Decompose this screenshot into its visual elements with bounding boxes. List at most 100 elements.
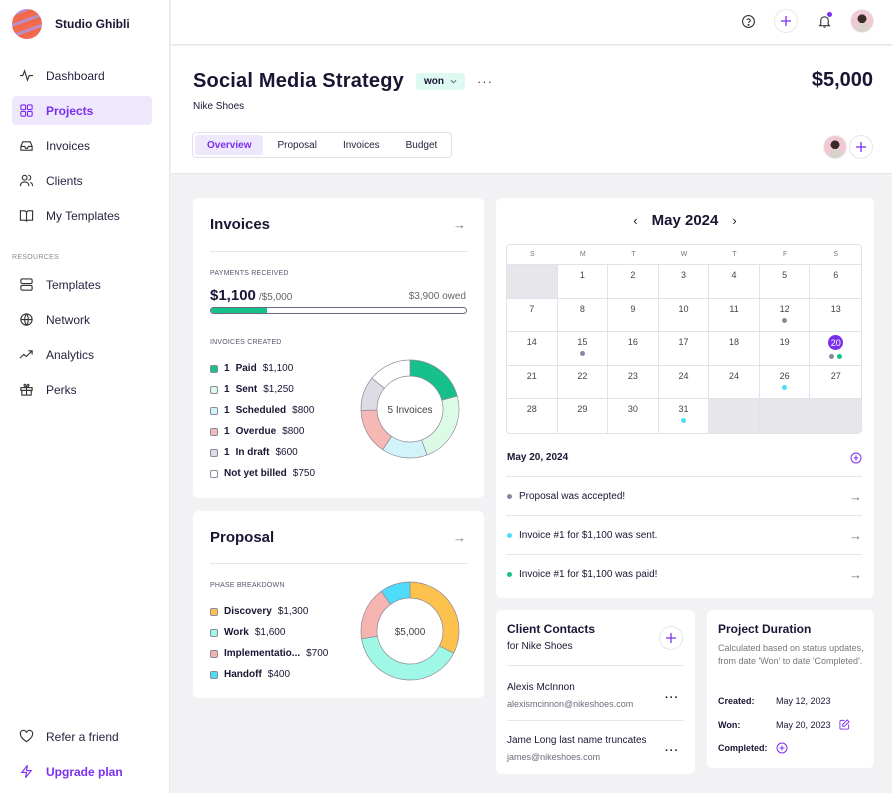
add-team-member-button[interactable] [849,135,873,159]
calendar-day[interactable]: 26 [759,365,811,399]
chevron-down-icon [450,79,457,84]
sidebar-item-label: Projects [46,103,94,118]
contact-more-button[interactable]: ··· [665,745,679,757]
event-item[interactable]: Proposal was accepted! → [506,476,862,515]
calendar-day[interactable]: 4 [709,265,760,299]
calendar-day[interactable]: 3 [658,265,710,299]
calendar-day[interactable]: 7 [507,298,558,332]
calendar-day[interactable]: 30 [608,399,659,433]
more-options-button[interactable]: ··· [477,74,493,89]
calendar-day[interactable]: 20 [810,332,861,366]
divider [507,665,684,666]
calendar-day[interactable]: 6 [810,265,861,299]
calendar-day[interactable]: 15 [557,332,609,366]
tab-proposal[interactable]: Proposal [265,135,328,155]
upgrade-plan-link[interactable]: Upgrade plan [12,757,152,786]
sidebar-item-network[interactable]: Network [12,305,152,334]
selected-date: May 20, 2024 [507,452,569,463]
calendar-day[interactable]: 14 [507,332,558,366]
status-dropdown[interactable]: won [415,73,465,90]
calendar-day[interactable]: 31 [659,399,710,433]
calendar-day[interactable]: 11 [709,298,760,332]
calendar-day[interactable]: 28 [507,399,558,433]
next-month-button[interactable]: › [732,213,736,228]
calendar-day[interactable]: 23 [608,365,659,399]
day-number: 13 [830,303,841,314]
arrow-right-icon[interactable]: → [849,489,862,504]
legend-amount: $800 [292,405,315,416]
calendar-day[interactable]: 24 [709,365,760,399]
calendar-day[interactable]: 18 [709,332,760,366]
arrow-right-icon[interactable]: → [849,567,862,582]
calendar-day[interactable]: 1 [557,265,609,299]
weekday-label: T [709,245,760,265]
proposal-arrow-icon[interactable]: → [453,530,466,545]
event-item[interactable]: Invoice #1 for $1,100 was sent. → [506,515,862,554]
calendar-day[interactable]: 21 [507,365,558,399]
calendar-day[interactable]: 24 [658,365,710,399]
calendar-day[interactable]: 12 [759,298,811,332]
legend-swatch [210,364,218,373]
calendar-day[interactable]: 27 [810,366,861,399]
calendar-day[interactable]: 22 [557,365,609,399]
sidebar-item-dashboard[interactable]: Dashboard [12,61,152,90]
event-markers [579,351,585,356]
add-completed-date-icon[interactable] [776,742,788,754]
calendar-day[interactable]: 19 [759,332,811,366]
sidebar-item-clients[interactable]: Clients [12,166,152,195]
contact-name: Alexis McInnon [507,682,575,693]
prev-month-button[interactable]: ‹ [633,213,637,228]
event-item[interactable]: Invoice #1 for $1,100 was paid! → [506,554,862,593]
sidebar-item-analytics[interactable]: Analytics [12,340,152,369]
legend-swatch [210,427,218,436]
calendar-day[interactable]: 8 [557,298,609,332]
legend-label: Overdue [235,426,277,437]
refer-friend-link[interactable]: Refer a friend [12,722,152,751]
edit-icon[interactable] [839,719,850,730]
invoices-arrow-icon[interactable]: → [453,217,466,232]
project-amount: $5,000 [811,69,873,91]
calendar-day[interactable]: 16 [608,332,659,366]
completed-row: Completed: [718,742,788,754]
day-number: 28 [526,404,537,414]
add-event-icon[interactable] [850,452,862,464]
calendar-day[interactable]: 29 [558,399,609,433]
add-contact-button[interactable] [659,626,683,650]
calendar-grid: SMTWTFS 1 2 3 4 5 6 7 8 9 10 11 12 13 14 15 16 17 18 19 20 2… [506,244,862,434]
calendar-day[interactable]: 13 [810,299,861,332]
calendar-day[interactable]: 2 [608,265,659,299]
donut-slice-0 [409,581,460,654]
calendar-day[interactable]: 9 [608,298,659,332]
day-number: 22 [577,370,588,381]
add-button[interactable] [774,9,798,33]
sidebar-item-my-templates[interactable]: My Templates [12,201,152,230]
legend-swatch [210,406,218,415]
contact-item[interactable]: Alexis McInnon alexismcinnon@nikeshoes.c… [507,682,683,709]
help-button[interactable] [736,9,760,33]
day-number: 2 [630,270,636,280]
calendar-day[interactable]: 10 [658,298,710,332]
team-member-avatar[interactable] [823,135,847,159]
calendar-day[interactable]: 17 [658,332,710,366]
sidebar-item-projects[interactable]: Projects [12,96,152,125]
sidebar-item-perks[interactable]: Perks [12,375,152,404]
tab-overview[interactable]: Overview [195,135,264,155]
created-label: Created: [718,696,755,706]
invoices-legend: 1 Paid $1,100 1 Sent $1,250 1 Scheduled $800 1 Ove… [210,358,315,484]
sidebar-item-invoices[interactable]: Invoices [12,131,152,160]
tab-budget[interactable]: Budget [394,135,450,155]
user-avatar[interactable] [850,9,874,33]
notifications-button[interactable] [812,9,836,33]
legend-label: Scheduled [235,405,287,416]
day-number: 23 [627,370,638,381]
legend-label: In draft [235,447,270,458]
contact-more-button[interactable]: ··· [665,692,679,704]
arrow-right-icon[interactable]: → [849,528,862,543]
brand[interactable]: Studio Ghibli [12,9,130,39]
tab-invoices[interactable]: Invoices [331,135,392,155]
contact-item[interactable]: Jame Long last name truncates james@nike… [507,735,683,762]
calendar-day[interactable]: 5 [759,265,811,299]
sidebar-item-templates[interactable]: Templates [12,270,152,299]
legend-item: 1 Sent $1,250 [210,379,315,400]
legend-count: 1 [224,447,230,458]
